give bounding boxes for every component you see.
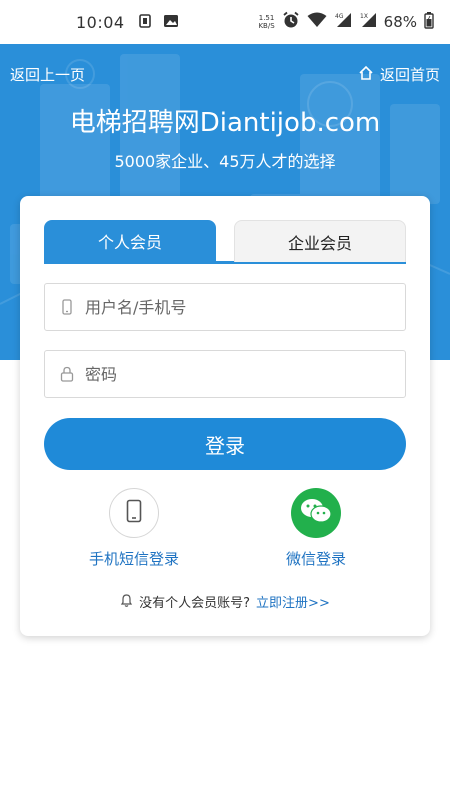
register-prompt: 没有个人会员账号? 立即注册>>: [20, 592, 430, 611]
sim-icon: [138, 13, 151, 32]
status-time: 10:04: [76, 12, 125, 32]
wechat-icon: [300, 497, 332, 529]
svg-text:4G: 4G: [335, 13, 344, 20]
sms-login-option[interactable]: 手机短信登录: [64, 488, 204, 569]
register-prompt-text: 没有个人会员账号?: [139, 596, 251, 611]
password-field[interactable]: [44, 350, 406, 398]
username-input[interactable]: [85, 297, 385, 317]
password-input[interactable]: [85, 364, 385, 384]
sms-login-label[interactable]: 手机短信登录: [64, 548, 204, 569]
home-link[interactable]: 返回首页: [358, 64, 440, 85]
username-field[interactable]: [44, 283, 406, 331]
page-title: 电梯招聘网Diantijob.com: [69, 108, 381, 138]
phone-icon: [59, 299, 75, 315]
wechat-login-option[interactable]: 微信登录: [246, 488, 386, 569]
login-button[interactable]: 登录: [44, 418, 406, 470]
signal-4g-icon: 4G: [334, 12, 352, 32]
signal-1x-icon: 1X: [359, 12, 377, 32]
sms-login-icon-circle[interactable]: [109, 488, 159, 538]
wechat-login-icon-circle[interactable]: [291, 488, 341, 538]
svg-text:1X: 1X: [360, 13, 368, 20]
home-link-label: 返回首页: [379, 66, 440, 84]
tab-personal-member[interactable]: 个人会员: [44, 220, 216, 262]
login-card: 个人会员 企业会员 登录 手机短信登录: [20, 196, 430, 636]
wechat-login-label[interactable]: 微信登录: [246, 548, 386, 569]
page-subtitle: 5000家企业、45万人才的选择: [114, 152, 336, 171]
alternative-login: 手机短信登录 微信登录: [20, 488, 430, 568]
back-link[interactable]: 返回上一页: [10, 64, 85, 85]
battery-percent: 68%: [383, 13, 417, 31]
member-tabs: 个人会员 企业会员: [44, 220, 406, 264]
register-link[interactable]: 立即注册>>: [256, 592, 330, 611]
wifi-icon: [307, 12, 327, 32]
image-icon: [163, 13, 179, 32]
mobile-phone-icon: [126, 499, 142, 527]
tab-enterprise-member[interactable]: 企业会员: [234, 220, 406, 262]
bell-icon: [120, 593, 133, 611]
battery-icon: [424, 11, 434, 33]
status-bar: 10:04 1.51 KB/S 4G 1X 68%: [0, 0, 450, 44]
home-icon: [358, 65, 374, 85]
alarm-icon: [282, 11, 300, 33]
lock-icon: [59, 366, 75, 382]
net-speed: 1.51 KB/S: [258, 14, 275, 30]
